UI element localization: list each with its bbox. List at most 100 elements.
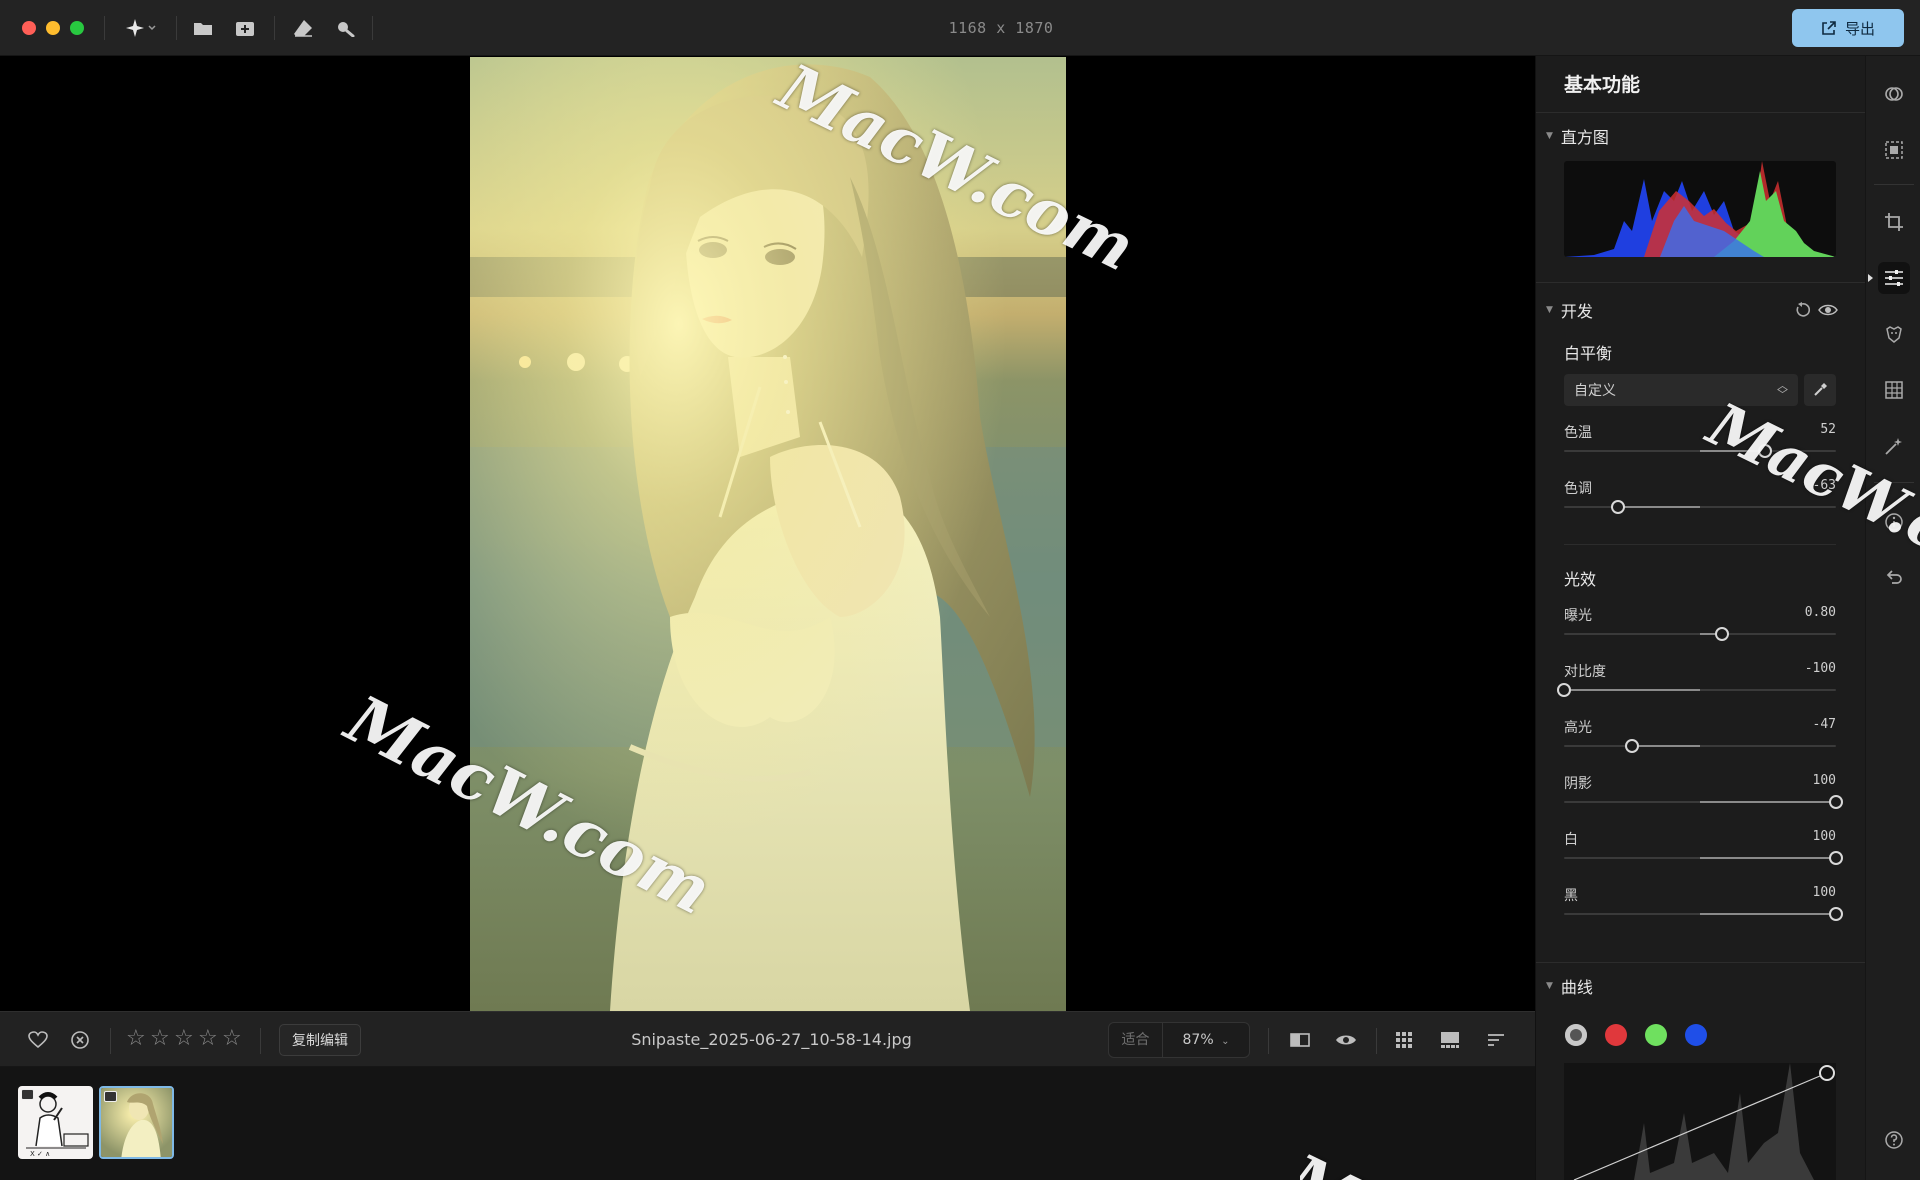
divider	[1536, 962, 1865, 963]
rail-lens-button[interactable]	[1878, 374, 1910, 406]
slider-fill	[1632, 745, 1700, 747]
slider-track[interactable]	[1564, 745, 1836, 747]
undo-history-icon	[1886, 570, 1902, 584]
rail-crop-button[interactable]	[1878, 206, 1910, 238]
slider-track[interactable]	[1564, 506, 1836, 508]
slider-label: 曝光	[1564, 608, 1592, 624]
slider-knob[interactable]	[1829, 851, 1843, 865]
curve-channel-dot[interactable]	[1645, 1024, 1667, 1046]
zoom-fit-button[interactable]: 适合	[1109, 1023, 1163, 1057]
white-balance-picker-button[interactable]	[1804, 374, 1836, 406]
divider	[1874, 184, 1914, 185]
grid-distort-icon	[1885, 381, 1903, 399]
slider-value: -47	[1812, 717, 1836, 732]
rail-adjust-button-active[interactable]	[1878, 262, 1910, 294]
panel-title: 基本功能	[1564, 74, 1641, 96]
slider-fill	[1618, 506, 1700, 508]
rail-portrait-button[interactable]	[1878, 318, 1910, 350]
histogram	[1564, 161, 1836, 257]
slider-knob[interactable]	[1829, 907, 1843, 921]
chevron-down-icon: ⌄	[1221, 1036, 1230, 1047]
white-balance-label: 白平衡	[1564, 344, 1613, 363]
slider-label: 黑	[1564, 888, 1578, 904]
zoom-level-value: 87%	[1182, 1032, 1214, 1048]
slider-knob[interactable]	[1625, 739, 1639, 753]
toolbar-divider	[1268, 1028, 1269, 1054]
grid-view-button[interactable]	[1392, 1028, 1416, 1052]
grid-icon	[1396, 1032, 1412, 1048]
slider-label: 对比度	[1564, 664, 1606, 680]
light-label: 光效	[1564, 570, 1597, 589]
eyedropper-icon	[1814, 383, 1827, 396]
slider-value: 0.80	[1804, 605, 1836, 620]
reset-button[interactable]	[1794, 302, 1812, 320]
eye-icon	[1336, 1035, 1356, 1045]
slider-row: 黑 100	[1564, 885, 1843, 931]
tool-rail	[1865, 56, 1920, 1180]
zoom-level-dropdown[interactable]: 87% ⌄	[1163, 1032, 1249, 1048]
toggle-visibility-button[interactable]	[1818, 302, 1840, 320]
curves-label: 曲线	[1560, 978, 1593, 997]
slider-fill	[1700, 913, 1836, 915]
preview-button[interactable]	[1334, 1028, 1358, 1052]
divider	[1536, 282, 1865, 283]
help-icon	[1885, 1131, 1903, 1149]
selection-icon	[1885, 141, 1903, 159]
curve-channel-dot[interactable]	[1685, 1024, 1707, 1046]
export-icon	[1822, 21, 1836, 35]
curve-channel-dot[interactable]	[1565, 1024, 1587, 1046]
sparkle-wand-icon	[1885, 438, 1902, 455]
sort-button[interactable]	[1484, 1028, 1508, 1052]
watermark-fragment: M	[1300, 1120, 1410, 1180]
slider-knob[interactable]	[1714, 627, 1729, 641]
image-canvas[interactable]	[0, 56, 1535, 1011]
rail-help-button[interactable]	[1878, 1124, 1910, 1156]
tone-curve-editor[interactable]	[1564, 1063, 1836, 1180]
slider-label: 阴影	[1564, 776, 1592, 792]
bottom-toolbar: ☆ ☆ ☆ ☆ ☆ 复制编辑 Snipaste_2025-06-27_10-58-14.…	[0, 1011, 1535, 1067]
curve-channel-dot[interactable]	[1605, 1024, 1627, 1046]
rail-presets-button[interactable]	[1878, 78, 1910, 110]
rail-select-button[interactable]	[1878, 134, 1910, 166]
eye-icon	[1818, 304, 1838, 316]
develop-section-header[interactable]: ▼ 开发	[1546, 298, 1593, 322]
svg-text:X ✓ ∧: X ✓ ∧	[30, 1150, 50, 1158]
slider-knob[interactable]	[1557, 683, 1571, 697]
histogram-section-header[interactable]: ▼ 直方图	[1546, 124, 1609, 148]
slider-label: 高光	[1564, 720, 1592, 736]
slider-row: 高光 -47	[1564, 717, 1836, 763]
face-icon	[1886, 326, 1902, 343]
slider-label: 白	[1564, 832, 1578, 848]
slider-knob[interactable]	[1829, 795, 1843, 809]
slider-value: -100	[1804, 661, 1836, 676]
rail-effects-button[interactable]	[1878, 430, 1910, 462]
sort-icon	[1488, 1034, 1504, 1046]
curves-section-header[interactable]: ▼ 曲线	[1546, 974, 1593, 998]
caret-down-icon: ▼	[1546, 981, 1553, 991]
toolbar-divider	[1376, 1028, 1377, 1054]
export-button[interactable]: 导出	[1792, 9, 1904, 47]
compare-button[interactable]	[1288, 1028, 1312, 1052]
white-balance-preset-select[interactable]: 自定义 ︿ ﹀	[1564, 374, 1798, 406]
image-dimensions: 1168 x 1870	[948, 19, 1054, 37]
active-indicator	[1868, 274, 1873, 282]
filmstrip-icon	[1441, 1032, 1459, 1048]
edited-badge-icon	[21, 1089, 34, 1100]
slider-value: 52	[1820, 422, 1836, 437]
slider-label: 色温	[1564, 425, 1592, 441]
slider-value: 100	[1812, 885, 1836, 900]
divider	[1564, 544, 1836, 545]
filmstrip-view-button[interactable]	[1438, 1028, 1462, 1052]
presets-icon	[1885, 87, 1903, 101]
slider-knob[interactable]	[1611, 500, 1626, 514]
filmstrip-thumbnail-selected[interactable]	[99, 1086, 174, 1159]
caret-down-icon: ▼	[1546, 305, 1553, 315]
histogram-label: 直方图	[1560, 128, 1609, 147]
sliders-icon	[1885, 270, 1903, 286]
filmstrip-thumbnail[interactable]: X ✓ ∧	[18, 1086, 93, 1159]
slider-fill	[1700, 801, 1836, 803]
rail-history-button[interactable]	[1878, 562, 1910, 594]
slider-row: 曝光 0.80	[1564, 605, 1836, 651]
reset-icon	[1796, 302, 1811, 317]
compare-icon	[1290, 1033, 1310, 1047]
